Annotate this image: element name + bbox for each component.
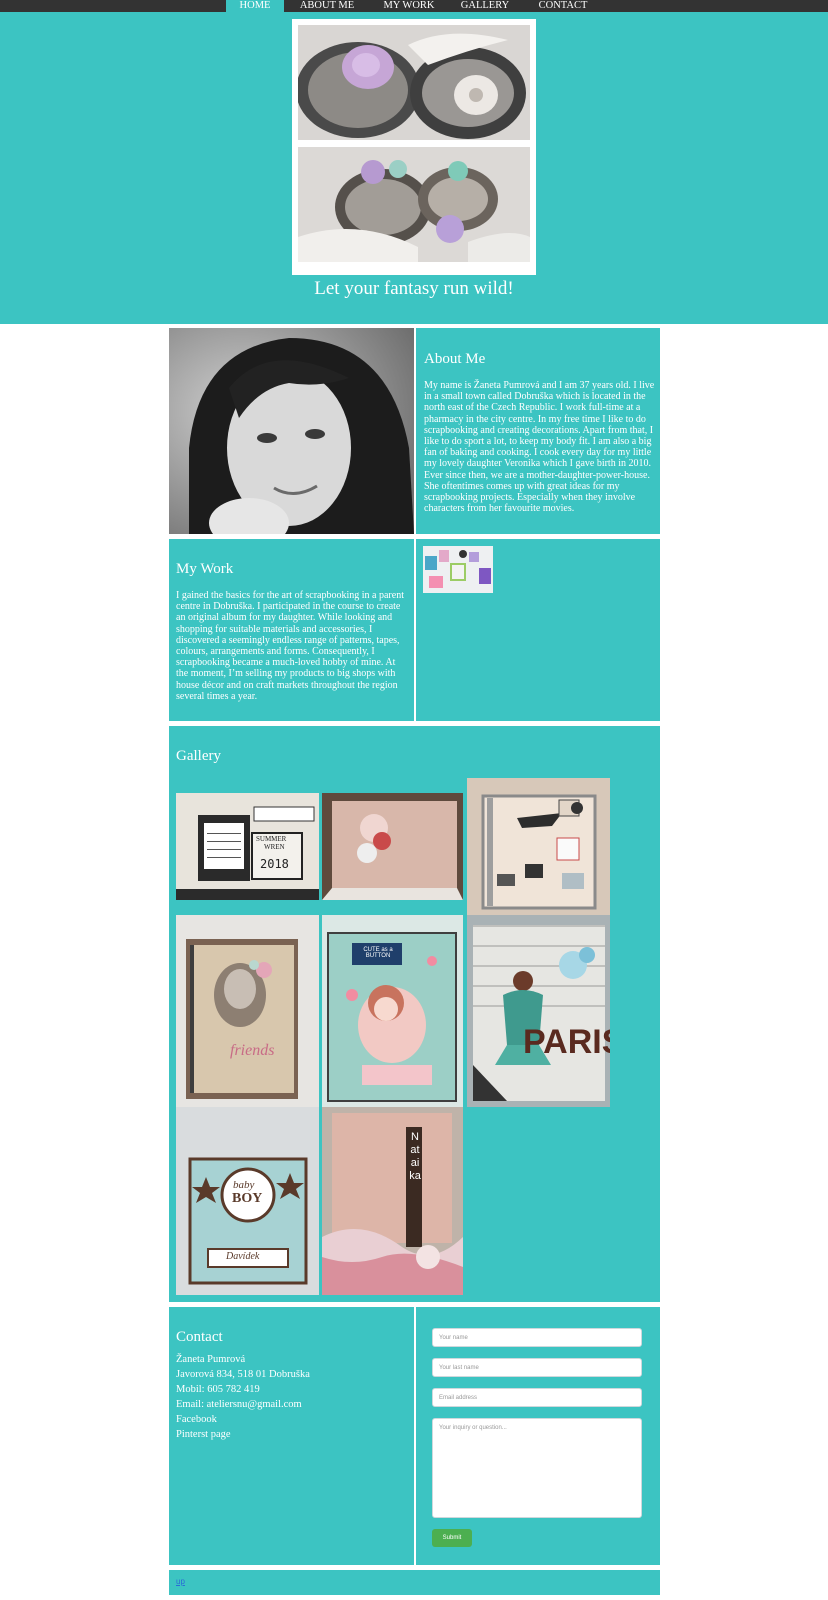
gallery-image-nataika[interactable]: Nataika [322, 1107, 463, 1295]
gallery-image-travel-album[interactable] [467, 778, 610, 916]
footer-bar: up [169, 1570, 660, 1595]
top-navigation: HOME ABOUT ME MY WORK GALLERY CONTACT [0, 0, 828, 12]
nav-contact[interactable]: CONTACT [532, 0, 594, 12]
about-text: My name is Žaneta Pumrová and I am 37 ye… [424, 380, 655, 515]
work-thumbnail-panel [416, 539, 660, 721]
hero-photo-bottom [298, 147, 530, 262]
work-text: I gained the basics for the art of scrap… [176, 590, 404, 702]
nav-about-me[interactable]: ABOUT ME [296, 0, 358, 12]
message-textarea[interactable]: Your inquiry or question... [432, 1418, 642, 1518]
nav-my-work[interactable]: MY WORK [378, 0, 440, 12]
hero-banner: Let your fantasy run wild! [0, 12, 828, 324]
gallery-image-baby-boy[interactable]: baby BOY Davídek [176, 1107, 319, 1295]
work-panel: My Work I gained the basics for the art … [169, 539, 414, 721]
nav-gallery[interactable]: GALLERY [456, 0, 514, 12]
about-portrait [169, 328, 414, 534]
email-field[interactable]: Email address [432, 1388, 642, 1407]
gallery-image-vintage-album[interactable]: friends [176, 915, 319, 1107]
facebook-link[interactable]: Facebook [176, 1414, 217, 1425]
about-panel: About Me My name is Žaneta Pumrová and I… [416, 328, 660, 534]
back-to-top-link[interactable]: up [176, 1577, 185, 1586]
hero-image-frame [292, 19, 536, 275]
contact-phone: Mobil: 605 782 419 [176, 1384, 260, 1395]
nav-home[interactable]: HOME [226, 0, 284, 12]
contact-title: Contact [176, 1329, 223, 1345]
gallery-title: Gallery [176, 748, 221, 764]
svg-text:friends: friends [230, 1042, 274, 1059]
gallery-image-paris-album[interactable]: PARIS [467, 915, 610, 1107]
work-title: My Work [176, 561, 234, 577]
name-field[interactable]: Your name [432, 1328, 642, 1347]
hero-tagline: Let your fantasy run wild! [314, 278, 514, 299]
gallery-image-album-pink[interactable] [322, 793, 463, 900]
about-title: About Me [424, 351, 486, 367]
gallery-panel: Gallery SUMMER WREN 2018 friends CUTE as… [169, 726, 660, 1302]
contact-name: Žaneta Pumrová [176, 1354, 246, 1365]
pinterest-link[interactable]: Pinterst page [176, 1429, 231, 1440]
gallery-image-calendar[interactable]: SUMMER WREN 2018 [176, 793, 319, 900]
submit-button[interactable]: Submit [432, 1529, 472, 1547]
gallery-image-cute-button[interactable]: CUTE as a BUTTON [322, 915, 463, 1107]
last-name-field[interactable]: Your last name [432, 1358, 642, 1377]
hero-photo-top [298, 25, 530, 140]
contact-email[interactable]: Email: ateliersnu@gmail.com [176, 1399, 302, 1410]
contact-address: Javorová 834, 518 01 Dobruška [176, 1369, 310, 1380]
work-thumbnail[interactable] [423, 546, 493, 593]
